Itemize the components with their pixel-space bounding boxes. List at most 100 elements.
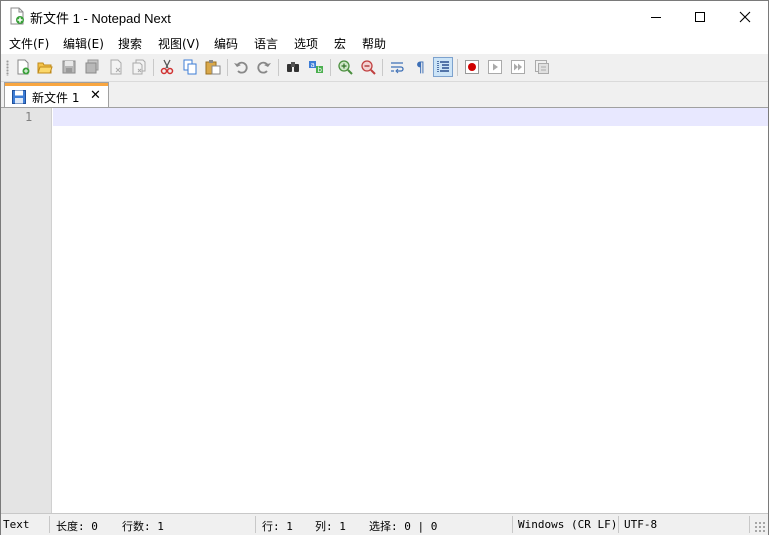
copy-button[interactable] (180, 57, 200, 77)
record-macro-button[interactable] (462, 57, 482, 77)
status-line: 行: 1 (262, 520, 293, 533)
save-all-button[interactable] (82, 57, 102, 77)
notepad-app-icon (10, 7, 24, 25)
toolbar-separator (330, 59, 331, 76)
line-number: 1 (25, 110, 33, 124)
save-icon (11, 89, 27, 108)
play-macro-icon (488, 60, 502, 74)
minimize-button[interactable] (633, 1, 679, 32)
cut-button[interactable] (157, 57, 177, 77)
word-wrap-button[interactable] (387, 57, 407, 77)
play-macro-button[interactable] (485, 57, 505, 77)
show-all-chars-button[interactable]: ¶ (410, 57, 430, 77)
status-length: 长度: 0 (56, 520, 98, 533)
close-file-icon (110, 59, 122, 75)
paste-icon (205, 60, 221, 75)
zoom-out-icon (361, 60, 376, 75)
status-separator (618, 516, 619, 533)
menu-file[interactable]: 文件(F) (9, 35, 49, 52)
current-line-highlight[interactable] (53, 108, 768, 126)
find-icon (287, 62, 299, 72)
line-number-gutter: 1 (1, 108, 52, 513)
new-file-icon (17, 59, 30, 75)
save-button[interactable] (59, 57, 79, 77)
close-icon (739, 11, 751, 22)
zoom-in-icon (338, 60, 353, 75)
word-wrap-icon (391, 62, 404, 74)
paste-button[interactable] (203, 57, 223, 77)
toolbar-separator (278, 59, 279, 76)
zoom-out-button[interactable] (358, 57, 378, 77)
toolbar-separator (382, 59, 383, 76)
menu-language[interactable]: 语言 (254, 35, 278, 52)
toolbar-separator (153, 59, 154, 76)
menu-search[interactable]: 搜索 (118, 35, 142, 52)
active-tab-indicator (5, 83, 108, 86)
menu-macro[interactable]: 宏 (334, 35, 346, 52)
show-all-chars-icon: ¶ (416, 60, 425, 75)
svg-text:a: a (311, 61, 315, 69)
status-column: 列: 1 (315, 520, 346, 533)
copy-icon (183, 59, 197, 75)
svg-text:b: b (318, 66, 323, 74)
indent-guide-icon (437, 61, 449, 73)
open-file-icon (37, 62, 53, 74)
status-separator (255, 516, 256, 533)
save-macro-button[interactable] (532, 57, 552, 77)
open-file-button[interactable] (35, 57, 55, 77)
status-language[interactable]: Text (3, 518, 30, 531)
menu-view[interactable]: 视图(V) (158, 35, 200, 52)
toolbar-separator (227, 59, 228, 76)
status-separator (512, 516, 513, 533)
editor-area[interactable]: 1 (1, 108, 768, 513)
toolbar-grip[interactable] (6, 60, 9, 76)
new-file-button[interactable] (13, 57, 33, 77)
window-title: 新文件 1 - Notepad Next (30, 11, 171, 26)
close-all-icon (132, 59, 146, 75)
zoom-in-button[interactable] (335, 57, 355, 77)
menu-encoding[interactable]: 编码 (214, 35, 238, 52)
replace-button[interactable]: ab (306, 57, 326, 77)
tab-bar: 新文件 1 ✕ (1, 82, 768, 108)
menu-edit[interactable]: 编辑(E) (63, 35, 104, 52)
save-all-icon (85, 59, 99, 74)
run-macro-multiple-icon (511, 60, 525, 74)
maximize-button[interactable] (677, 1, 723, 32)
status-encoding[interactable]: UTF-8 (624, 518, 657, 531)
menu-bar: 文件(F) 编辑(E) 搜索 视图(V) 编码 语言 选项 宏 帮助 (1, 32, 768, 54)
app-window: 新文件 1 - Notepad Next 文件(F) 编辑(E) 搜索 视图(V… (0, 0, 769, 535)
save-icon (62, 60, 76, 74)
status-separator (749, 516, 750, 533)
find-button[interactable] (283, 57, 303, 77)
status-selection: 选择: 0 | 0 (369, 520, 438, 533)
close-all-button[interactable] (129, 57, 149, 77)
undo-button[interactable] (231, 57, 251, 77)
cut-icon (160, 59, 174, 75)
tab-label: 新文件 1 (32, 91, 80, 105)
menu-options[interactable]: 选项 (294, 35, 318, 52)
status-lines: 行数: 1 (122, 520, 164, 533)
close-window-button[interactable] (722, 1, 768, 32)
undo-icon (234, 61, 248, 74)
save-macro-icon (535, 60, 549, 74)
resize-grip[interactable] (754, 521, 766, 533)
menu-help[interactable]: 帮助 (362, 35, 386, 52)
maximize-icon (695, 11, 705, 22)
svg-text:¶: ¶ (416, 60, 425, 75)
toolbar-separator (457, 59, 458, 76)
indent-guide-button[interactable] (433, 57, 453, 77)
record-macro-icon (465, 60, 479, 74)
replace-icon: ab (309, 61, 323, 74)
status-separator (49, 516, 50, 533)
redo-icon (257, 61, 271, 74)
status-eol[interactable]: Windows (CR LF) (518, 518, 617, 531)
tab-new-file-1[interactable]: 新文件 1 ✕ (4, 82, 109, 107)
status-bar: Text 长度: 0 行数: 1 行: 1 列: 1 选择: 0 | 0 Win… (1, 513, 768, 535)
minimize-icon (651, 16, 661, 18)
close-file-button[interactable] (106, 57, 126, 77)
redo-button[interactable] (254, 57, 274, 77)
tab-close-icon[interactable]: ✕ (90, 88, 101, 103)
run-macro-multiple-button[interactable] (508, 57, 528, 77)
toolbar: ab ¶ (1, 54, 768, 82)
title-bar: 新文件 1 - Notepad Next (1, 1, 768, 32)
